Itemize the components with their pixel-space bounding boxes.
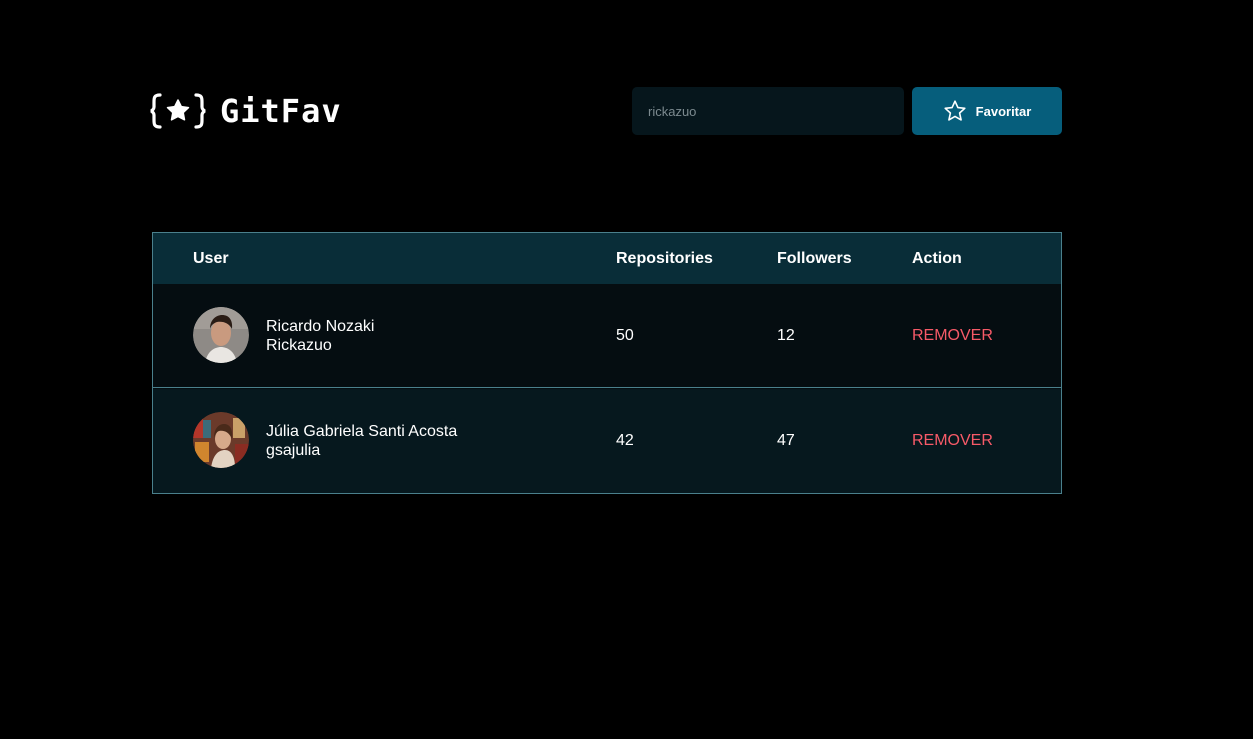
logo-text: GitFav <box>220 92 342 130</box>
logo: GitFav <box>150 92 342 130</box>
table-row: Ricardo Nozaki Rickazuo 50 12 REMOVER <box>153 284 1061 388</box>
app: GitFav Favoritar User Repositories Follo… <box>0 0 1253 739</box>
star-outline-icon <box>944 100 966 121</box>
column-header-action: Action <box>912 250 962 267</box>
favorite-button-label: Favoritar <box>975 103 1032 119</box>
followers-count: 12 <box>777 327 795 344</box>
user-name: Ricardo Nozaki <box>266 318 375 335</box>
user-name: Júlia Gabriela Santi Acosta <box>266 423 458 440</box>
user-login: Rickazuo <box>266 337 332 354</box>
user-avatar <box>193 307 249 363</box>
table-header: User Repositories Followers Action <box>153 233 1061 284</box>
user-info: Ricardo Nozaki Rickazuo <box>266 317 374 355</box>
favorites-table: User Repositories Followers Action Ricar… <box>152 232 1062 494</box>
column-header-followers: Followers <box>777 250 852 267</box>
repositories-count: 50 <box>616 327 634 344</box>
remove-button[interactable]: REMOVER <box>912 432 993 450</box>
user-login: gsajulia <box>266 442 321 459</box>
search-input[interactable] <box>632 87 904 135</box>
column-header-user: User <box>193 250 229 267</box>
user-info: Júlia Gabriela Santi Acosta gsajulia <box>266 422 457 460</box>
braces-star-icon <box>150 93 206 129</box>
favorite-button[interactable]: Favoritar <box>912 87 1062 135</box>
column-header-repositories: Repositories <box>616 250 713 267</box>
user-avatar <box>193 412 249 468</box>
repositories-count: 42 <box>616 432 634 449</box>
remove-button[interactable]: REMOVER <box>912 327 993 345</box>
followers-count: 47 <box>777 432 795 449</box>
table-row: Júlia Gabriela Santi Acosta gsajulia 42 … <box>153 389 1061 493</box>
